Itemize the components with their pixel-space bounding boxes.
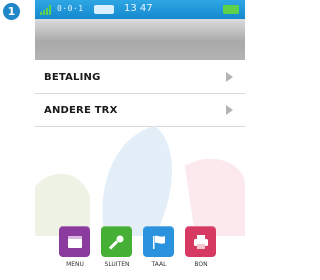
nav-menu-label: MENU — [66, 261, 84, 268]
menu-item-betaling[interactable]: BETALING — [35, 61, 245, 94]
step-badge: 1 — [3, 3, 20, 20]
nav-tile — [59, 226, 90, 257]
chevron-right-icon — [226, 105, 233, 115]
phone-screen: 0·0·1 13 47 BETALING ANDERE TRX MENU SLU… — [35, 0, 245, 280]
bottom-nav: MENU SLUITEN TAAL BON — [35, 226, 245, 280]
connection-icon — [94, 5, 114, 14]
wrench-icon — [108, 235, 123, 250]
nav-sluiten-button[interactable]: SLUITEN — [97, 226, 137, 280]
nav-menu-button[interactable]: MENU — [55, 226, 95, 280]
nav-tile — [143, 226, 174, 257]
header-banner — [35, 19, 245, 60]
menu-item-andere-trx[interactable]: ANDERE TRX — [35, 94, 245, 127]
nav-taal-button[interactable]: TAAL — [139, 226, 179, 280]
signal-icon — [40, 5, 51, 15]
background-decoration — [35, 126, 245, 236]
menu-icon — [67, 235, 82, 248]
network-status-text: 0·0·1 — [57, 4, 84, 13]
nav-tile — [101, 226, 132, 257]
nav-bon-label: BON — [194, 261, 208, 268]
menu-item-label: BETALING — [44, 71, 101, 83]
nav-sluiten-label: SLUITEN — [104, 261, 130, 268]
menu-item-label: ANDERE TRX — [44, 104, 118, 116]
nav-tile — [185, 226, 216, 257]
chevron-right-icon — [226, 72, 233, 82]
flag-icon — [152, 235, 165, 249]
nav-taal-label: TAAL — [151, 261, 167, 268]
status-bar: 0·0·1 13 47 — [35, 0, 245, 19]
nav-bon-button[interactable]: BON — [181, 226, 221, 280]
battery-icon — [223, 5, 239, 14]
printer-icon — [193, 234, 208, 249]
clock: 13 47 — [124, 3, 153, 14]
